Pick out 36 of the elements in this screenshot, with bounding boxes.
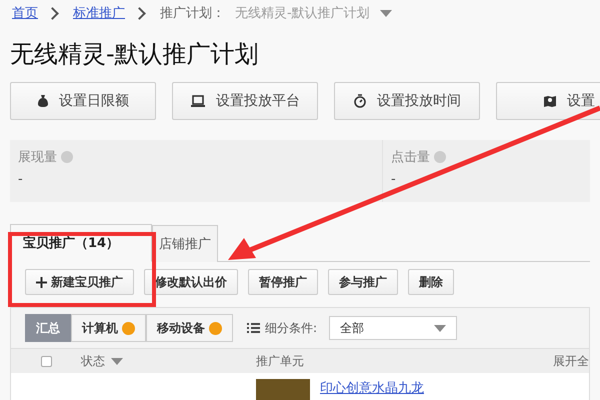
filter-dropdown[interactable]: 全部 xyxy=(329,316,458,340)
stat-label: 点击量 xyxy=(391,149,430,166)
toolbar-button[interactable]: 设置投放时间 xyxy=(334,82,480,120)
toolbar-button[interactable]: 设置 xyxy=(496,82,600,120)
help-icon[interactable] xyxy=(434,151,446,163)
stat-value: - xyxy=(391,172,397,187)
money-bag-icon xyxy=(37,94,49,108)
list-icon xyxy=(247,323,260,333)
column-header[interactable]: 状态 xyxy=(73,352,248,370)
filter-label: 细分条件: xyxy=(265,320,318,336)
stopwatch-icon xyxy=(353,94,367,108)
laptop-icon xyxy=(190,94,206,108)
breadcrumb-item: 推广计划： xyxy=(160,5,225,22)
column-header: 推广单元 xyxy=(255,352,305,370)
breadcrumb-item[interactable]: 标准推广 xyxy=(73,4,125,22)
action-button[interactable]: 删除 xyxy=(408,269,454,295)
action-button[interactable]: 参与推广 xyxy=(328,269,398,295)
action-button[interactable]: 暂停推广 xyxy=(248,269,318,295)
map-pin-icon xyxy=(543,94,557,108)
product-link[interactable]: 印心创意水晶九龙 xyxy=(320,379,424,400)
toolbar-button[interactable]: 设置投放平台 xyxy=(172,82,318,120)
action-button[interactable]: 修改默认出价 xyxy=(144,269,238,295)
segment-button[interactable]: 计算机 xyxy=(71,314,146,342)
toolbar-button[interactable]: 设置日限额 xyxy=(10,82,156,120)
plus-icon xyxy=(36,276,47,288)
stat-label: 展现量 xyxy=(18,149,57,166)
column-header[interactable]: 展开全 xyxy=(545,352,589,370)
page-title: 无线精灵-默认推广计划 xyxy=(9,39,260,70)
breadcrumb-item[interactable]: 首页 xyxy=(12,4,38,22)
action-button[interactable]: 新建宝贝推广 xyxy=(25,269,134,295)
stat-value: - xyxy=(18,172,24,187)
segment-button[interactable]: 移动设备 xyxy=(146,314,233,342)
help-icon[interactable] xyxy=(61,151,73,163)
checkbox[interactable] xyxy=(40,356,52,366)
tab[interactable]: 店铺推广 xyxy=(152,225,218,262)
dropdown-arrow-icon[interactable] xyxy=(380,10,392,16)
